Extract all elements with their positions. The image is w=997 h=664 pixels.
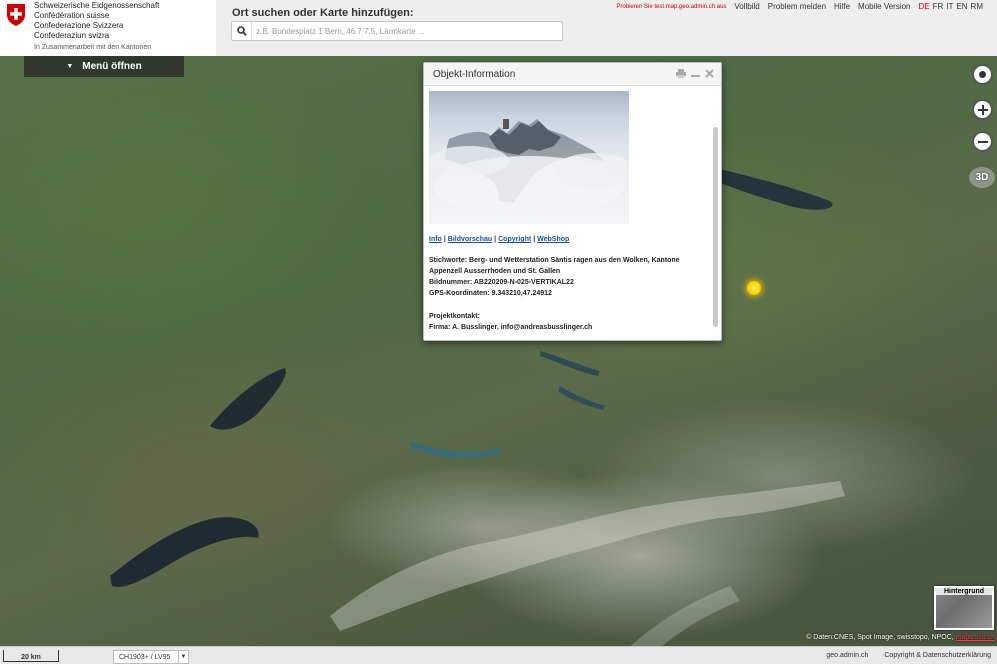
search-icon [236,26,247,36]
zoom-out-button[interactable] [972,131,993,152]
zoom-in-button[interactable] [972,99,993,120]
minus-icon [977,140,988,143]
legal-link[interactable]: Copyright & Datenschutzerklärung [884,652,991,659]
fullscreen-link[interactable]: Vollbild [734,2,759,11]
project-contact-label: Projektkontakt: [429,313,480,320]
minimize-icon[interactable] [691,69,700,78]
lake-zurich [540,351,600,376]
help-link[interactable]: Hilfe [834,2,850,11]
site-link[interactable]: geo.admin.ch [826,652,868,659]
search-box [231,21,563,41]
popup-links: Info | Bildvorschau | Copyright | WebShop [429,236,570,243]
search-label: Ort suchen oder Karte hinzufügen: [232,7,414,19]
alps-snow [330,481,845,631]
locate-icon [979,71,986,78]
lang-de[interactable]: DE [919,2,930,11]
plus-icon [977,104,988,115]
chevron-down-icon: ▼ [178,651,188,663]
projection-select[interactable]: CH1903+ / LV95 ▼ [113,650,189,664]
projection-value: CH1903+ / LV95 [119,653,171,661]
lake-lucerne [558,386,605,410]
gps-text: GPS-Koordinaten: 9.343210,47.24912 [429,290,552,297]
lake-thun [410,441,502,459]
caret-down-icon: ▼ [66,63,74,70]
popup-body: Info | Bildvorschau | Copyright | WebShop Stic… [424,87,714,340]
mountain-photo-image [429,119,629,216]
footer-links: geo.admin.ch Copyright & Datenschutzerkl… [812,652,991,659]
location-marker[interactable] [747,281,761,295]
info-link[interactable]: Info [429,236,442,243]
cooperation-note: In Zusammenarbeit mit den Kantonen [34,44,152,51]
attribution-link[interactable]: maps.sso.ch [956,634,995,641]
project-contact: Projektkontakt: Firma: A. Busslinger, in… [429,311,714,333]
lang-fr[interactable]: FR [933,2,944,11]
federal-logo-block[interactable]: Schweizerische Eidgenossenschaft Confédé… [0,0,216,56]
webshop-link[interactable]: WebShop [537,236,569,243]
attribution-text: © Daten:CNES, Spot Image, swisstopo, NPO… [806,634,954,641]
popup-header[interactable]: Objekt-Information [424,63,721,86]
background-map-label: Hintergrund [936,588,992,595]
test-site-link[interactable]: Probieren Sie test.map.geo.admin.ch aus [616,4,726,10]
preview-link[interactable]: Bildvorschau [448,236,492,243]
lang-it[interactable]: IT [946,2,953,11]
federal-names: Schweizerische Eidgenossenschaft Confédé… [34,1,159,41]
scale-bar: 20 km [3,650,59,662]
keywords-text: Stichworte: Berg- und Wetterstation Sänt… [429,257,680,275]
report-problem-link[interactable]: Problem melden [768,2,826,11]
close-icon[interactable] [705,69,714,78]
search-input[interactable] [256,23,556,39]
popup-scrollbar[interactable] [713,127,718,327]
company-text: Firma: A. Busslinger, info@andreasbussli… [429,324,593,331]
3d-toggle-button[interactable]: 3D [969,167,995,188]
federal-name-rm: Confederaziun svizra [34,31,110,40]
mobile-version-link[interactable]: Mobile Version [858,2,910,11]
lang-en[interactable]: EN [956,2,967,11]
swiss-shield-icon [7,4,25,26]
federal-name-fr: Confédération suisse [34,11,110,20]
lake-neuchatel [210,368,286,430]
photo-details: Stichworte: Berg- und Wetterstation Sänt… [429,255,714,299]
search-button[interactable] [232,22,252,40]
top-nav: Probieren Sie test.map.geo.admin.ch aus … [608,2,983,11]
aerial-photo[interactable] [429,91,629,224]
footer: 20 km CH1903+ / LV95 ▼ geo.admin.ch Copy… [0,646,997,664]
menu-open-button[interactable]: ▼ Menü öffnen [24,56,184,77]
menu-label: Menü öffnen [82,61,142,72]
header: Schweizerische Eidgenossenschaft Confédé… [0,0,997,56]
lang-rm[interactable]: RM [971,2,983,11]
print-icon[interactable] [676,69,686,78]
data-attribution: © Daten:CNES, Spot Image, swisstopo, NPO… [806,634,995,641]
lake-geneva [110,517,259,587]
popup-title: Objekt-Information [433,69,516,80]
federal-name-de: Schweizerische Eidgenossenschaft [34,1,160,10]
background-map-switcher[interactable]: Hintergrund [934,586,994,630]
object-info-popup: Objekt-Information Info | Bildvorschau |… [423,62,722,341]
popup-tools [676,69,714,78]
federal-name-it: Confederazione Svizzera [34,21,124,30]
copyright-link[interactable]: Copyright [498,236,531,243]
geolocate-button[interactable] [972,64,993,85]
image-number-text: Bildnummer: AB220209-N-025-VERTIKAL22 [429,279,574,286]
